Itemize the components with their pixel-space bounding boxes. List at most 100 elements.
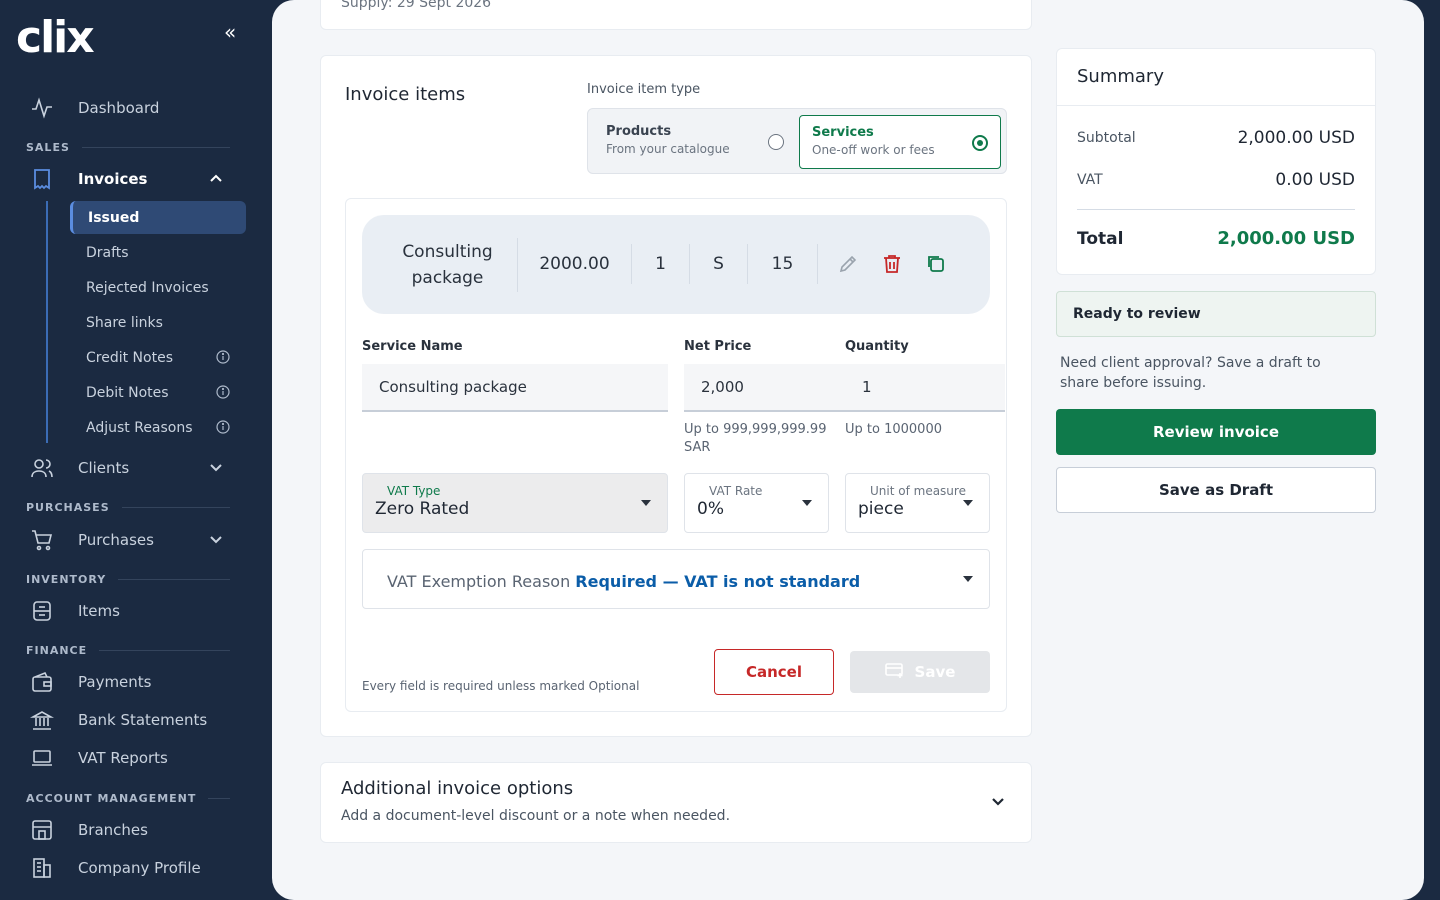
invoice-item-type-label: Invoice item type	[587, 82, 701, 97]
chevron-down-icon	[208, 459, 224, 479]
info-icon[interactable]	[216, 420, 230, 438]
net-price-hint-line1: Up to 999,999,999.99	[684, 422, 827, 437]
nav-purchases[interactable]: Purchases	[28, 521, 248, 559]
trash-icon[interactable]	[881, 253, 903, 279]
line-item-name-line1: Consulting	[402, 242, 493, 262]
section-purchases: PURCHASES	[26, 501, 230, 514]
nav-company-profile[interactable]: Company Profile	[28, 849, 248, 887]
nav-bank-statements[interactable]: Bank Statements	[28, 701, 248, 739]
save-as-draft-button[interactable]: Save as Draft	[1056, 467, 1376, 513]
save-button-label: Save	[914, 663, 956, 681]
line-item-quantity: 1	[632, 244, 690, 284]
receipt-icon	[28, 165, 56, 193]
summary-total-row: Total 2,000.00 USD	[1077, 228, 1355, 249]
nav-branches[interactable]: Branches	[28, 811, 248, 849]
line-item-price: 2000.00	[518, 244, 632, 284]
additional-options-card[interactable]	[320, 762, 1032, 843]
nav-payments[interactable]: Payments	[28, 663, 248, 701]
subnav-credit-notes-label: Credit Notes	[86, 349, 173, 366]
section-inventory: INVENTORY	[26, 573, 230, 586]
vat-label: VAT	[1077, 172, 1103, 188]
type-option-title: Services	[812, 125, 874, 140]
line-item-name-line2: package	[411, 268, 484, 288]
subnav-drafts[interactable]: Drafts	[70, 236, 246, 269]
line-item-vat-rate: 15	[748, 244, 818, 284]
vat-type-label: VAT Type	[387, 484, 441, 498]
main-content: Supply: 29 Sept 2026 Invoice items Invoi…	[272, 0, 1424, 900]
cancel-button[interactable]: Cancel	[714, 649, 834, 695]
vat-type-select[interactable]: VAT Type Zero Rated	[362, 473, 668, 533]
logo: clix	[16, 12, 95, 63]
type-option-services[interactable]: Services One-off work or fees	[799, 115, 1001, 169]
quantity-hint: Up to 1000000	[845, 422, 942, 437]
quantity-label: Quantity	[845, 339, 909, 354]
subnav-share-links[interactable]: Share links	[70, 306, 246, 339]
vat-rate-value: 0%	[697, 499, 724, 519]
chevron-up-icon	[208, 170, 224, 190]
nav-dashboard-label: Dashboard	[78, 99, 160, 117]
building-icon	[28, 854, 56, 882]
nav-company-profile-label: Company Profile	[78, 859, 201, 877]
net-price-hint: Up to 999,999,999.99 SAR	[684, 421, 826, 457]
card-add-icon	[884, 662, 905, 682]
vat-exemption-required: Required — VAT is not standard	[575, 572, 861, 591]
radio-button-selected[interactable]	[972, 135, 988, 151]
net-price-input[interactable]: 2,000	[684, 364, 845, 412]
type-option-products[interactable]: Products From your catalogue	[594, 115, 796, 169]
unit-of-measure-select[interactable]: Unit of measure piece	[845, 473, 990, 533]
subnav-adjust-reasons-label: Adjust Reasons	[86, 419, 193, 436]
vat-exemption-reason-select[interactable]: VAT Exemption Reason Required — VAT is n…	[362, 549, 990, 609]
nav-dashboard[interactable]: Dashboard	[28, 89, 248, 127]
status-badge: Ready to review	[1056, 291, 1376, 337]
nav-clients[interactable]: Clients	[28, 449, 248, 487]
nav-items[interactable]: Items	[28, 592, 248, 630]
nav-clients-label: Clients	[78, 459, 130, 477]
subnav-adjust-reasons[interactable]: Adjust Reasons	[70, 411, 246, 444]
vat-rate-select[interactable]: VAT Rate 0%	[684, 473, 829, 533]
quantity-input[interactable]: 1	[845, 364, 1005, 412]
duplicate-icon[interactable]	[925, 253, 947, 279]
nav-bank-statements-label: Bank Statements	[78, 711, 208, 729]
vat-exemption-label: VAT Exemption Reason	[387, 572, 571, 591]
caret-down-icon	[802, 500, 812, 506]
chevron-down-icon[interactable]	[990, 794, 1006, 814]
vat-rate-label: VAT Rate	[709, 484, 763, 498]
service-name-input[interactable]: Consulting package	[362, 364, 668, 412]
review-invoice-button[interactable]: Review invoice	[1056, 409, 1376, 455]
radio-button[interactable]	[768, 134, 784, 150]
activity-icon	[28, 94, 56, 122]
pencil-icon[interactable]	[837, 253, 859, 279]
nav-invoices[interactable]: Invoices	[28, 160, 248, 198]
wallet-icon	[28, 668, 56, 696]
required-fields-note: Every field is required unless marked Op…	[362, 679, 640, 693]
additional-options-title: Additional invoice options	[341, 778, 574, 799]
sidebar: clix « Dashboard SALES Invoices Issued D…	[0, 0, 272, 900]
store-icon	[28, 816, 56, 844]
subtotal-label: Subtotal	[1077, 130, 1136, 146]
summary-subtotal-row: Subtotal 2,000.00 USD	[1077, 128, 1355, 148]
vat-value: 0.00 USD	[1275, 170, 1355, 190]
info-icon[interactable]	[216, 350, 230, 368]
save-button[interactable]: Save	[850, 651, 990, 693]
subnav-rejected-invoices[interactable]: Rejected Invoices	[70, 271, 246, 304]
subnav-line	[46, 201, 48, 443]
subnav-issued[interactable]: Issued	[70, 201, 246, 234]
total-value: 2,000.00 USD	[1217, 228, 1355, 249]
chevron-down-icon	[208, 531, 224, 551]
unit-of-measure-label: Unit of measure	[870, 484, 966, 498]
subnav-credit-notes[interactable]: Credit Notes	[70, 341, 246, 374]
supply-date: Supply: 29 Sept 2026	[341, 0, 492, 11]
info-icon[interactable]	[216, 385, 230, 403]
service-name-label: Service Name	[362, 339, 463, 354]
section-finance: FINANCE	[26, 644, 230, 657]
subnav-debit-notes[interactable]: Debit Notes	[70, 376, 246, 409]
nav-vat-reports[interactable]: VAT Reports	[28, 739, 248, 777]
nav-vat-reports-label: VAT Reports	[78, 749, 168, 767]
nav-items-label: Items	[78, 602, 120, 620]
type-option-title: Products	[606, 124, 672, 139]
additional-options-subtitle: Add a document-level discount or a note …	[341, 808, 731, 824]
line-item-name: Consulting package	[378, 238, 518, 292]
subnav-debit-notes-label: Debit Notes	[86, 384, 169, 401]
users-icon	[28, 454, 56, 482]
collapse-sidebar-icon[interactable]: «	[224, 20, 236, 44]
